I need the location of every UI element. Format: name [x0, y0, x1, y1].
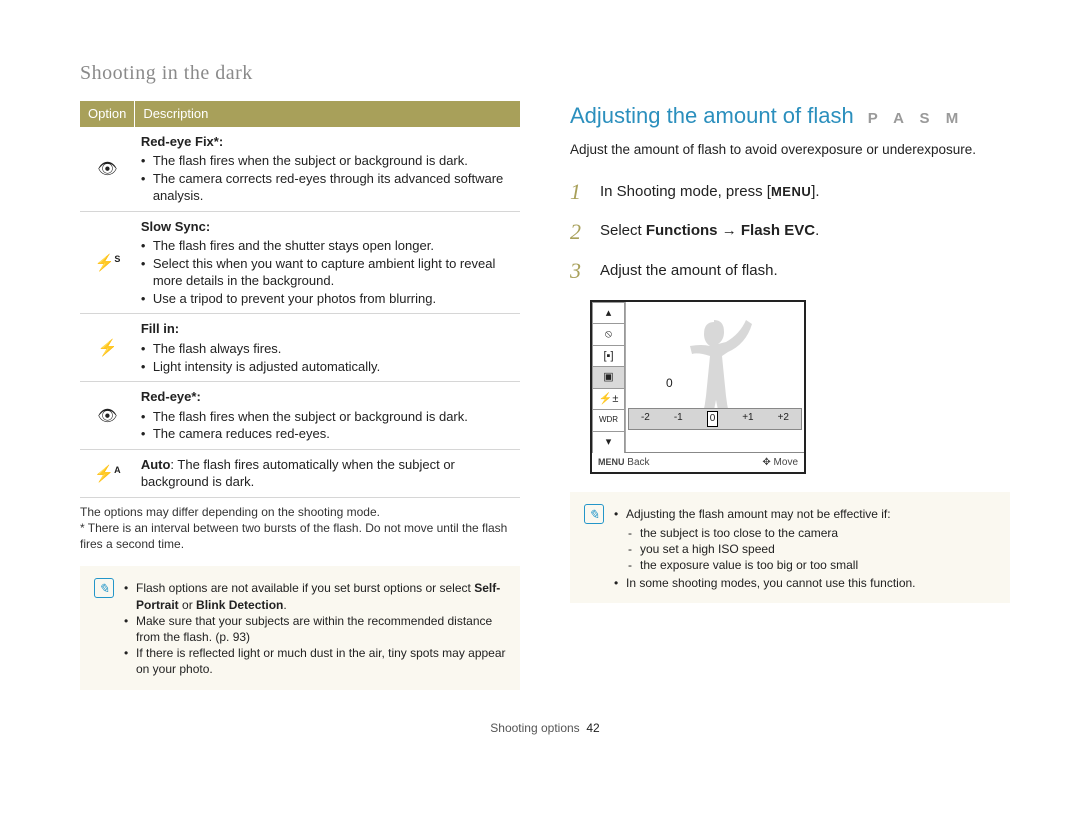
options-table: Option Description Red-eye Fix*: The fla…: [80, 101, 520, 498]
left-column: Option Description Red-eye Fix*: The fla…: [80, 101, 520, 690]
option-bullet: Select this when you want to capture amb…: [141, 255, 514, 290]
mode-indicators: P A S M: [868, 109, 964, 129]
footnote-line: * There is an interval between two burst…: [80, 520, 520, 552]
red-eye-icon: [97, 405, 117, 425]
table-row: Slow Sync: The flash fires and the shutt…: [80, 211, 520, 314]
lcd-back-label: Back: [627, 457, 649, 468]
lcd-flash-off-icon: ⦸: [592, 323, 625, 345]
right-column: Adjusting the amount of flash P A S M Ad…: [570, 101, 1010, 690]
fill-in-icon: [97, 337, 117, 357]
auto-flash-icon: [94, 461, 120, 486]
lcd-canvas: 0 -2 -1 0 +1 +2: [626, 302, 804, 452]
step-number: 2: [570, 217, 586, 247]
option-bullet: The camera corrects red-eyes through its…: [141, 170, 514, 205]
lcd-preview: ▴ ⦸ [▪] ▣ ⚡± WDR ▾ 0 -2: [590, 300, 806, 475]
slow-sync-icon: [94, 250, 120, 275]
note-sub-bullet: the exposure value is too big or too sma…: [628, 557, 916, 573]
left-footnotes: The options may differ depending on the …: [80, 504, 520, 553]
lcd-current-value: 0: [666, 375, 673, 391]
section-title: Shooting in the dark: [80, 60, 1010, 87]
note-bullet: Make sure that your subjects are within …: [124, 613, 506, 645]
step-number: 3: [570, 256, 586, 286]
right-heading: Adjusting the amount of flash: [570, 101, 854, 131]
option-title: Red-eye*:: [141, 388, 514, 406]
option-bullet: The flash fires when the subject or back…: [141, 152, 514, 170]
option-bullet: Light intensity is adjusted automaticall…: [141, 358, 514, 376]
note-bullet: If there is reflected light or much dust…: [124, 645, 506, 677]
footnote-line: The options may differ depending on the …: [80, 504, 520, 520]
option-bullet: The flash always fires.: [141, 340, 514, 358]
steps-list: 1 In Shooting mode, press [MENU]. 2 Sele…: [570, 177, 1010, 286]
lcd-footer: MENU Back ✥ Move: [592, 452, 804, 473]
table-row: Fill in: The flash always fires. Light i…: [80, 314, 520, 382]
footer-label: Shooting options: [490, 721, 579, 735]
lcd-move-label: Move: [774, 457, 798, 468]
left-note-box: ✎ Flash options are not available if you…: [80, 566, 520, 689]
ev-tick: -1: [674, 411, 683, 427]
lcd-ev-scale: -2 -1 0 +1 +2: [628, 408, 802, 430]
ev-tick: -2: [641, 411, 650, 427]
right-note-box: ✎ Adjusting the flash amount may not be …: [570, 492, 1010, 603]
lcd-up-arrow-icon: ▴: [592, 302, 625, 324]
note-sub-bullet: you set a high ISO speed: [628, 541, 916, 557]
ev-tick-selected: 0: [707, 411, 719, 427]
note-bullet: Adjusting the flash amount may not be ef…: [614, 506, 916, 522]
option-title: Red-eye Fix*:: [141, 133, 514, 151]
option-bullet: The flash fires when the subject or back…: [141, 408, 514, 426]
option-bullet: The flash fires and the shutter stays op…: [141, 237, 514, 255]
page-number: 42: [586, 721, 599, 735]
table-row: Red-eye*: The flash fires when the subje…: [80, 382, 520, 450]
table-row: Red-eye Fix*: The flash fires when the s…: [80, 127, 520, 212]
lcd-flash-ev-icon: ⚡±: [592, 388, 625, 410]
right-description: Adjust the amount of flash to avoid over…: [570, 141, 1010, 159]
menu-key-label: MENU: [771, 184, 811, 199]
option-bullet: Use a tripod to prevent your photos from…: [141, 290, 514, 308]
step-number: 1: [570, 177, 586, 207]
lcd-sidebar: ▴ ⦸ [▪] ▣ ⚡± WDR ▾: [592, 302, 626, 452]
note-sub-bullet: the subject is too close to the camera: [628, 525, 916, 541]
step-item: 1 In Shooting mode, press [MENU].: [570, 177, 1010, 207]
table-row: Auto: The flash fires automatically when…: [80, 449, 520, 497]
lcd-metering-icon: [▪]: [592, 345, 625, 367]
lcd-ev-icon: ▣: [592, 366, 625, 388]
lcd-down-arrow-icon: ▾: [592, 431, 625, 453]
nav-cross-icon: ✥: [762, 457, 770, 468]
option-inline-text: : The flash fires automatically when the…: [141, 457, 455, 490]
option-title: Slow Sync:: [141, 218, 514, 236]
lcd-wdr-icon: WDR: [592, 409, 625, 431]
note-bullet: Flash options are not available if you s…: [124, 580, 506, 612]
ev-tick: +1: [742, 411, 753, 427]
option-bullet: The camera reduces red-eyes.: [141, 425, 514, 443]
th-option: Option: [80, 101, 135, 127]
page-footer: Shooting options 42: [80, 720, 1010, 736]
option-title: Fill in:: [141, 320, 514, 338]
step-item: 2 Select Functions → Flash EVC.: [570, 217, 1010, 247]
note-icon: ✎: [94, 578, 114, 598]
th-description: Description: [135, 101, 520, 127]
ev-tick: +2: [778, 411, 789, 427]
step-item: 3 Adjust the amount of flash.: [570, 256, 1010, 286]
lcd-back-key: MENU: [598, 457, 625, 467]
note-bullet: In some shooting modes, you cannot use t…: [614, 575, 916, 591]
option-inline-bold: Auto: [141, 457, 171, 472]
note-icon: ✎: [584, 504, 604, 524]
red-eye-fix-icon: [97, 158, 117, 178]
